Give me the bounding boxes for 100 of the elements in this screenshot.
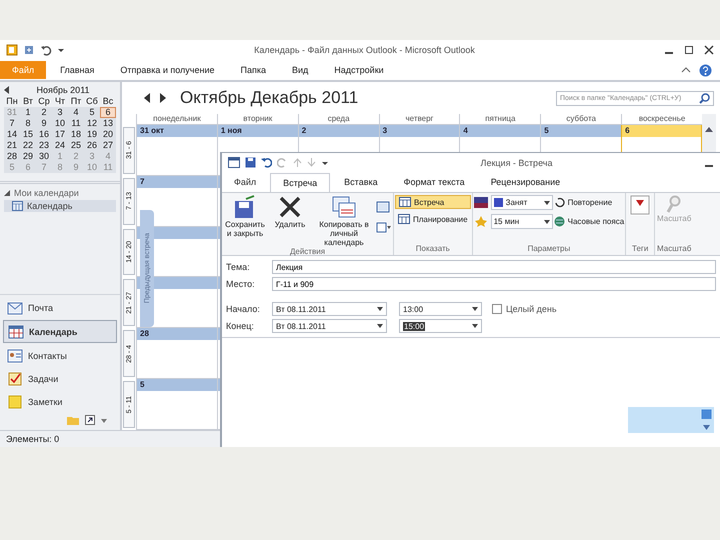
mini-calendar-day[interactable]: 1 (20, 107, 36, 118)
mini-calendar-day[interactable]: 3 (52, 107, 68, 118)
my-calendars-heading[interactable]: Мои календари (14, 188, 79, 198)
show-view-button[interactable]: Планирование (395, 213, 471, 225)
end-date-field[interactable]: Вт 08.11.2011 (272, 319, 387, 333)
scroll-up-icon[interactable] (704, 126, 713, 132)
mini-calendar-day[interactable]: 19 (84, 129, 100, 140)
mini-calendar-day[interactable]: 28 (4, 151, 20, 162)
close-icon[interactable] (704, 45, 714, 55)
save-and-close-button[interactable]: Сохранить и закрыть (223, 195, 267, 247)
mini-calendar-day[interactable]: 24 (52, 140, 68, 151)
mini-calendar-day[interactable]: 11 (68, 118, 84, 129)
start-date-field[interactable]: Вт 08.11.2011 (272, 302, 387, 316)
weekday-label: Пн (4, 96, 20, 107)
status-text: Элементы: 0 (6, 434, 60, 444)
mini-calendar-day[interactable]: 15 (20, 129, 36, 140)
mini-calendar-day[interactable]: 30 (36, 151, 52, 162)
group-label: Масштаб (656, 244, 692, 255)
caret-icon[interactable] (377, 324, 383, 328)
end-time-field[interactable]: 15:00 (399, 319, 482, 333)
mini-calendar-day[interactable]: 6 (100, 107, 116, 118)
back-arrow-icon[interactable] (144, 93, 151, 103)
forward-arrow-icon[interactable] (159, 93, 166, 103)
mini-calendar-day[interactable]: 20 (100, 129, 116, 140)
caret-icon[interactable] (472, 324, 478, 328)
all-day-checkbox[interactable] (492, 304, 502, 314)
day-cell[interactable]: 28 (136, 328, 217, 380)
mini-calendar-day[interactable]: 10 (52, 118, 68, 129)
location-field[interactable]: Г-11 и 909 (272, 277, 716, 291)
mini-calendar-day[interactable]: 22 (20, 140, 36, 151)
reminder-dropdown[interactable]: 15 мин (490, 214, 553, 229)
start-time-field[interactable]: 13:00 (399, 302, 482, 316)
end-label: Конец: (226, 321, 255, 331)
day-cell[interactable]: 7 (136, 176, 217, 227)
calendar-icon (399, 197, 411, 207)
mini-calendar-day[interactable]: 26 (84, 140, 100, 151)
mini-calendar-day[interactable]: 8 (20, 118, 36, 129)
ribbon-tab[interactable]: Отправка и получение (108, 61, 226, 79)
navigation-item[interactable]: Заметки (3, 391, 117, 412)
save-icon[interactable] (245, 157, 256, 168)
weekday-label: Вс (100, 96, 116, 107)
ribbon-tab[interactable]: Вставка (332, 173, 390, 191)
previous-month-icon[interactable] (4, 86, 10, 94)
file-tab[interactable]: Файл (222, 173, 268, 191)
navigation-item[interactable]: Календарь (3, 320, 117, 343)
mini-calendar-day[interactable]: 18 (68, 129, 84, 140)
ribbon-tab[interactable]: Встреча (270, 172, 330, 192)
ribbon-tab[interactable]: Рецензирование (478, 173, 572, 191)
day-cell[interactable]: 5 (136, 379, 217, 430)
subject-field[interactable]: Лекция (272, 260, 716, 274)
day-cell[interactable]: 31 окт (136, 125, 217, 176)
undo-icon[interactable] (40, 44, 52, 56)
mini-calendar-day[interactable]: 12 (84, 118, 100, 129)
search-icon[interactable] (699, 92, 710, 104)
caret-icon[interactable] (472, 307, 478, 311)
ribbon-tab[interactable]: Главная (48, 61, 106, 79)
collapse-ribbon-icon[interactable] (681, 65, 691, 75)
calendar-icon[interactable] (228, 157, 240, 168)
mini-calendar-day[interactable]: 13 (100, 118, 116, 129)
show-as-dropdown[interactable]: Занят (490, 195, 553, 210)
mini-calendar-day[interactable]: 23 (36, 140, 52, 151)
calendar-list-item[interactable]: Календарь (4, 200, 116, 212)
date-number: 7 (140, 176, 144, 186)
globe-icon (554, 216, 565, 227)
all-day-label[interactable]: Целый день (506, 304, 557, 314)
mini-calendar-day[interactable]: 27 (100, 140, 116, 151)
mini-calendar-day[interactable]: 4 (68, 107, 84, 118)
weekday-label: Сб (84, 96, 100, 107)
mini-calendar-day[interactable]: 2 (36, 107, 52, 118)
mini-calendar-day[interactable]: 21 (4, 140, 20, 151)
undo-icon[interactable] (261, 157, 272, 168)
delete-button[interactable]: Удалить (268, 195, 312, 247)
outlook-logo-icon[interactable] (6, 44, 18, 56)
show-view-button[interactable]: Встреча (395, 195, 471, 209)
time-zones-button[interactable]: Часовые пояса (554, 214, 624, 229)
navigation-item[interactable]: Почта (3, 297, 117, 318)
maximize-icon[interactable] (684, 45, 694, 55)
ribbon-tab[interactable]: Надстройки (322, 61, 396, 79)
mini-calendar-day[interactable]: 16 (36, 129, 52, 140)
mini-calendar-day[interactable]: 5 (84, 107, 100, 118)
ribbon-tab[interactable]: Вид (280, 61, 320, 79)
navigation-item[interactable]: Задачи (3, 368, 117, 389)
mini-calendar-day[interactable]: 14 (4, 129, 20, 140)
navigation-item[interactable]: Контакты (3, 345, 117, 366)
copy-to-calendar-button[interactable]: Копировать в личный календарь (313, 195, 375, 247)
ribbon-tab[interactable]: Формат текста (392, 173, 477, 191)
mini-calendar-day[interactable]: 29 (20, 151, 36, 162)
help-icon[interactable] (699, 64, 712, 76)
start-label: Начало: (226, 304, 261, 314)
ribbon-tab[interactable]: Папка (228, 61, 278, 79)
date-number: 28 (140, 329, 149, 338)
mini-calendar-day[interactable]: 9 (36, 118, 52, 129)
mini-calendar-day[interactable]: 17 (52, 129, 68, 140)
mini-calendar-day[interactable]: 25 (68, 140, 84, 151)
mini-calendar-day[interactable]: 7 (4, 118, 20, 129)
collapse-triangle-icon[interactable] (4, 190, 11, 196)
group-label: Параметры (526, 244, 572, 255)
caret-icon[interactable] (377, 307, 383, 311)
recurrence-button[interactable]: Повторение (554, 195, 624, 210)
shortcut-icon[interactable] (85, 415, 95, 425)
